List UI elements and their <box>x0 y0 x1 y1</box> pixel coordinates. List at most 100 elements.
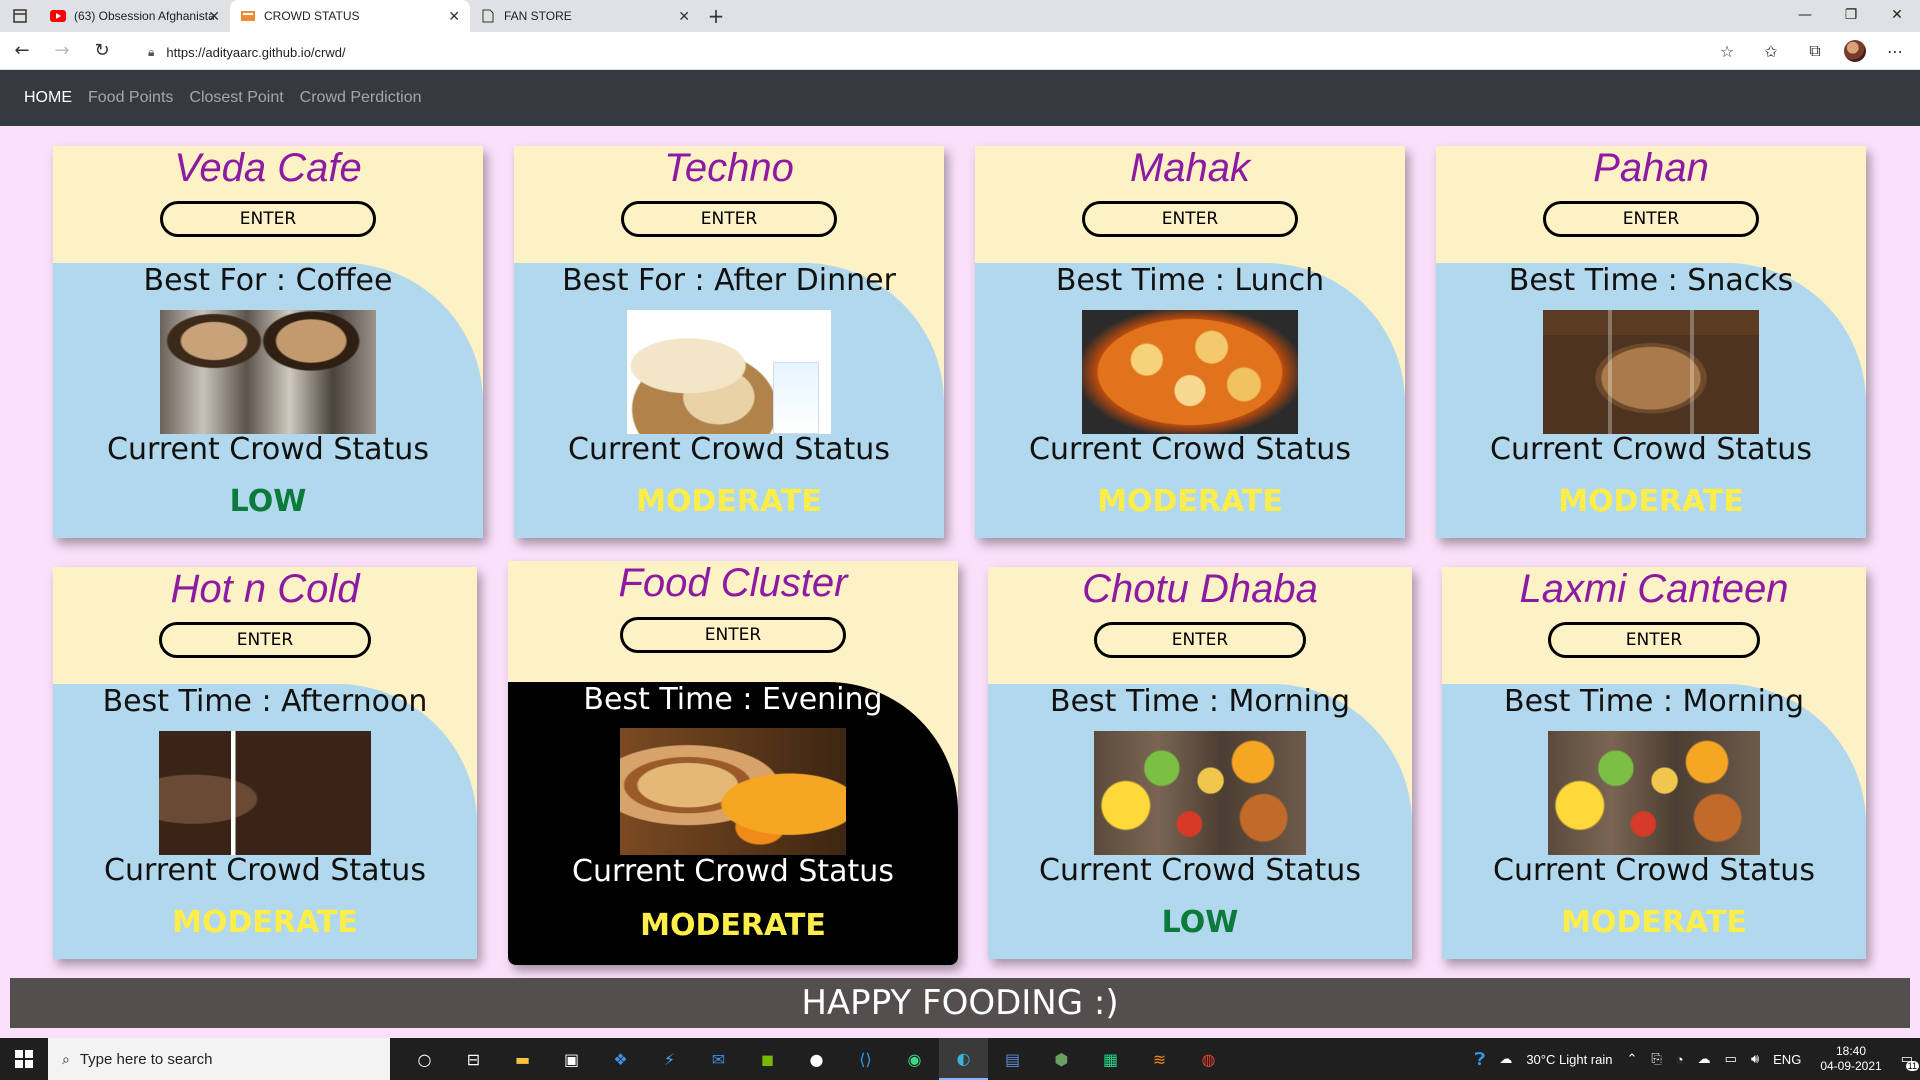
app-circle-icon[interactable]: ● <box>792 1038 841 1080</box>
card-title: Mahak <box>1129 146 1251 190</box>
taskbar-search-input[interactable]: ⌕ Type here to search <box>48 1038 390 1080</box>
browser-tab-youtube[interactable]: (63) Obsession Afghanistan & Af ✕ <box>40 0 230 32</box>
crowd-status-value: LOW <box>229 484 307 519</box>
search-placeholder: Type here to search <box>79 1050 213 1068</box>
tab-actions-button[interactable] <box>0 0 40 32</box>
usb-icon[interactable]: ⎘ <box>1651 1051 1661 1067</box>
android-studio-icon[interactable]: ◉ <box>890 1038 939 1080</box>
restore-icon[interactable]: ❐ <box>1828 0 1874 30</box>
back-icon[interactable]: ← <box>4 33 40 69</box>
food-image-breakfast <box>1548 731 1760 855</box>
close-tab-icon[interactable]: ✕ <box>208 8 220 25</box>
store-icon[interactable]: ▣ <box>547 1038 596 1080</box>
food-point-card-mahak: Mahak ENTER Best Time : Lunch Current Cr… <box>975 146 1405 538</box>
tab-title: CROWD STATUS <box>264 9 360 23</box>
chevron-up-icon[interactable]: ⌃ <box>1626 1051 1637 1067</box>
enter-button[interactable]: ENTER <box>1082 201 1298 237</box>
crowd-status-label: Current Crowd Status <box>1039 853 1361 888</box>
tab-actions-icon <box>13 9 27 23</box>
new-tab-button[interactable]: + <box>700 0 732 32</box>
enter-button[interactable]: ENTER <box>160 201 376 237</box>
dropbox-icon[interactable]: ❖ <box>596 1038 645 1080</box>
card-title: Chotu Dhaba <box>1082 567 1318 611</box>
card-title: Hot n Cold <box>170 567 360 611</box>
mail-icon[interactable]: ✉ <box>694 1038 743 1080</box>
food-image-chai <box>1543 310 1759 434</box>
add-favorite-icon[interactable]: ☆ <box>1712 36 1742 66</box>
notifications-icon[interactable]: ▭ 11 <box>1901 1051 1919 1071</box>
battery-icon[interactable]: ▭ <box>1725 1051 1737 1067</box>
browser-tab-fan-store[interactable]: FAN STORE ✕ <box>470 0 700 32</box>
nav-closest-point[interactable]: Closest Point <box>189 89 283 107</box>
browser-toolbar-right: ☆ ✩ ⧉ ⋯ <box>1712 36 1910 66</box>
url-text: https://adityaarc.github.io/crwd/ <box>166 44 346 60</box>
edge-browser-icon[interactable]: ◐ <box>939 1038 988 1080</box>
close-tab-icon[interactable]: ✕ <box>448 8 460 25</box>
site-navbar: HOME Food Points Closest Point Crowd Per… <box>0 70 1920 126</box>
wifi-icon[interactable]: ◔ <box>1676 1052 1684 1067</box>
more-menu-icon[interactable]: ⋯ <box>1880 36 1910 66</box>
food-point-card-veda-cafe: Veda Cafe ENTER Best For : Coffee Curren… <box>53 146 483 538</box>
enter-button[interactable]: ENTER <box>1543 201 1759 237</box>
clock-date: 04-09-2021 <box>1820 1059 1882 1073</box>
crowd-status-label: Current Crowd Status <box>568 432 890 467</box>
minimize-icon[interactable]: — <box>1782 0 1828 30</box>
card-title: Veda Cafe <box>174 146 362 190</box>
nav-crowd-prediction[interactable]: Crowd Perdiction <box>300 89 422 107</box>
nvidia-icon[interactable]: ◼ <box>743 1038 792 1080</box>
food-image-paneer <box>1082 310 1298 434</box>
footer-banner: HAPPY FOODING :) <box>10 978 1910 1028</box>
enter-button[interactable]: ENTER <box>159 622 371 658</box>
best-time-label: Best Time : Evening <box>583 682 883 717</box>
browser-tab-bar: (63) Obsession Afghanistan & Af ✕ CROWD … <box>0 0 1920 32</box>
node-icon[interactable]: ⬢ <box>1037 1038 1086 1080</box>
file-explorer-icon[interactable]: ▬ <box>498 1038 547 1080</box>
crowd-status-value: MODERATE <box>1561 905 1747 940</box>
close-tab-icon[interactable]: ✕ <box>678 8 690 25</box>
browser-tab-crowd-status[interactable]: CROWD STATUS ✕ <box>230 0 470 32</box>
tab-title: (63) Obsession Afghanistan & Af <box>74 9 214 23</box>
task-view-icon[interactable]: ⊟ <box>449 1038 498 1080</box>
help-icon[interactable]: ❓︎ <box>1475 1049 1486 1070</box>
refresh-icon[interactable]: ↻ <box>84 33 120 69</box>
food-image-breakfast <box>1094 731 1306 855</box>
cloud-icon[interactable]: ☁ <box>1698 1051 1711 1067</box>
enter-button[interactable]: ENTER <box>620 617 846 653</box>
dev-cpp-icon[interactable]: ▤ <box>988 1038 1037 1080</box>
language-indicator[interactable]: ENG <box>1773 1052 1801 1067</box>
food-point-card-techno: Techno ENTER Best For : After Dinner Cur… <box>514 146 944 538</box>
card-title: Techno <box>664 146 794 190</box>
profile-avatar[interactable] <box>1844 40 1866 62</box>
site-icon <box>240 8 256 24</box>
enter-button[interactable]: ENTER <box>1094 622 1306 658</box>
flutter-icon[interactable]: ⚡ <box>645 1038 694 1080</box>
youtube-icon <box>50 8 66 24</box>
weather-text[interactable]: 30°C Light rain <box>1526 1052 1612 1067</box>
close-window-icon[interactable]: ✕ <box>1874 0 1920 30</box>
enter-button[interactable]: ENTER <box>621 201 837 237</box>
crowd-status-value: MODERATE <box>636 484 822 519</box>
nav-home[interactable]: HOME <box>24 89 72 107</box>
sublime-icon[interactable]: ≋ <box>1135 1038 1184 1080</box>
cortana-icon[interactable]: ○ <box>400 1038 449 1080</box>
best-time-label: Best Time : Morning <box>1503 684 1804 719</box>
lock-icon: 🔒︎ <box>148 44 155 59</box>
food-point-card-hot-n-cold: Hot n Cold ENTER Best Time : Afternoon C… <box>53 567 477 959</box>
pycharm-icon[interactable]: ▦ <box>1086 1038 1135 1080</box>
weather-icon: ☁ <box>1499 1051 1513 1066</box>
enter-button[interactable]: ENTER <box>1548 622 1760 658</box>
food-point-card-chotu-dhaba: Chotu Dhaba ENTER Best Time : Morning Cu… <box>988 567 1412 959</box>
clock-time: 18:40 <box>1835 1044 1867 1058</box>
page-icon <box>480 8 496 24</box>
chrome-icon[interactable]: ◍ <box>1184 1038 1233 1080</box>
forward-icon[interactable]: → <box>44 33 80 69</box>
clock[interactable]: 18:40 04-09-2021 <box>1820 1044 1881 1074</box>
url-field[interactable]: 🔒︎ https://adityaarc.github.io/crwd/ <box>148 39 1708 65</box>
vscode-icon[interactable]: ⟨⟩ <box>841 1038 890 1080</box>
favorites-icon[interactable]: ✩ <box>1756 36 1786 66</box>
start-button[interactable] <box>0 1038 48 1080</box>
collections-icon[interactable]: ⧉ <box>1800 36 1830 66</box>
nav-food-points[interactable]: Food Points <box>88 89 173 107</box>
volume-icon[interactable]: 🔊︎ <box>1751 1051 1759 1067</box>
food-image-momo <box>627 310 831 434</box>
